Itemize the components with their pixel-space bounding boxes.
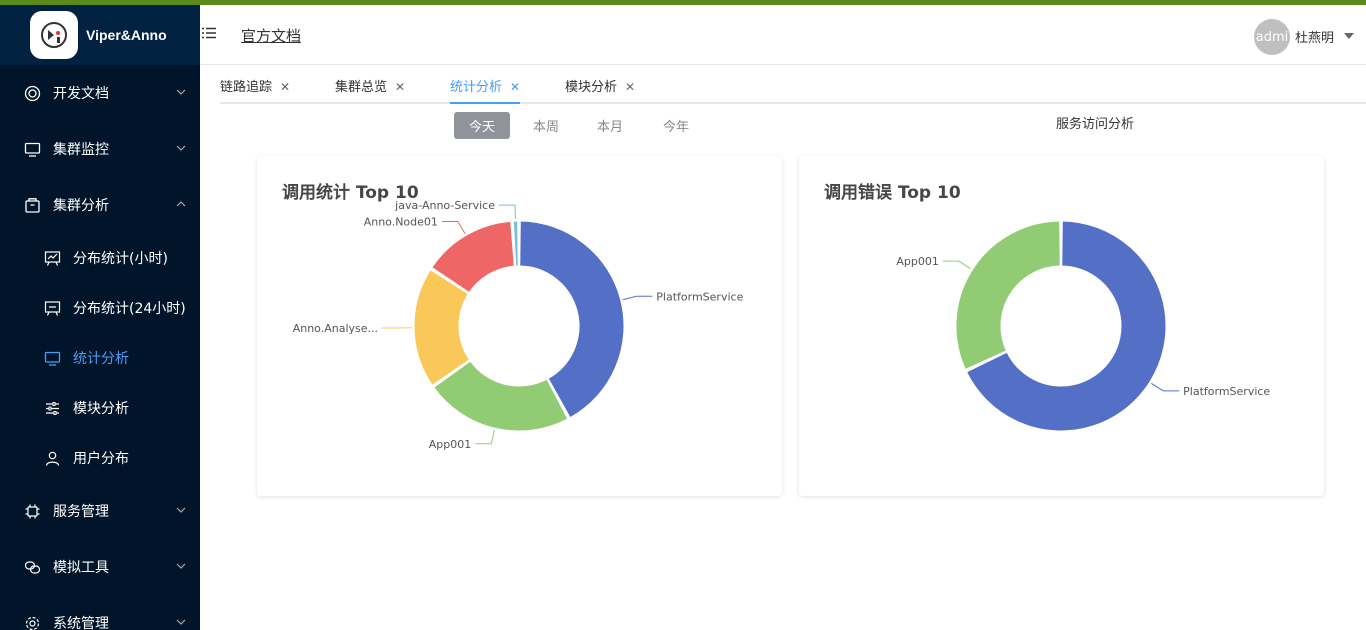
chart-board-icon [44,300,61,317]
period-month-button[interactable]: 本月 [582,112,638,139]
chip-icon [24,503,41,520]
sidebar-item-sim-tools[interactable]: 模拟工具 [0,539,200,595]
sidebar-item-cluster-analysis[interactable]: 集群分析 [0,177,200,233]
service-access-title: 服务访问分析 [1056,117,1135,132]
sidebar-subitem-label: 模块分析 [73,401,129,417]
sidebar-subitem-label: 分布统计(24小时) [73,301,186,317]
sidebar-subitem-label: 统计分析 [73,351,129,367]
chevron-up-icon [176,201,186,207]
sidebar-item-cluster-monitor[interactable]: 集群监控 [0,121,200,177]
sidebar-item-label: 开发文档 [53,86,109,102]
label-leader-line [1151,382,1180,392]
logo-icon [30,11,78,59]
tab-stats-analysis[interactable]: 统计分析 ✕ [450,76,521,104]
chevron-down-icon [176,563,186,569]
tab-label: 模块分析 [565,80,618,95]
sidebar-subitem-dist-24h[interactable]: 分布统计(24小时) [0,283,200,333]
tab-module-analysis[interactable]: 模块分析 ✕ [565,76,635,104]
sidebar: Viper&Anno 开发文档 集群监控 集群分析 分布统计(小时) 分布统计(… [0,5,200,630]
close-icon[interactable]: ✕ [625,80,635,94]
tab-cluster-overview[interactable]: 集群总览 ✕ [335,76,405,104]
tab-bar: 链路追踪 ✕ 集群总览 ✕ 统计分析 ✕ 模块分析 ✕ [220,66,1366,104]
sliders-icon [44,400,61,417]
pie-slice[interactable] [433,360,569,432]
close-icon[interactable]: ✕ [280,80,290,94]
sidebar-item-label: 系统管理 [53,616,109,630]
label-leader-line [498,204,516,220]
slice-label: App001 [429,438,472,451]
tab-label: 链路追踪 [220,80,273,95]
caret-down-icon[interactable] [1344,33,1354,39]
chevron-down-icon [176,89,186,95]
username[interactable]: 杜燕明 [1295,27,1334,46]
slice-label: PlatformService [1183,385,1270,398]
sidebar-item-label: 集群监控 [53,142,109,158]
tab-label: 统计分析 [450,80,503,95]
call-errors-card: 调用错误 Top 10 PlatformService App001 [799,156,1324,496]
sidebar-subitem-stats-analysis[interactable]: 统计分析 [0,333,200,383]
label-leader-line [942,260,971,270]
sidebar-item-label: 模拟工具 [53,560,109,576]
label-leader-line [441,221,466,234]
sidebar-item-label: 集群分析 [53,198,109,214]
sidebar-subitem-module-analysis[interactable]: 模块分析 [0,383,200,433]
slice-label: App001 [896,255,939,268]
period-year-button[interactable]: 今年 [648,112,704,139]
period-week-button[interactable]: 本周 [518,112,574,139]
call-errors-donut-chart: PlatformService App001 [896,220,1270,432]
slice-label: Anno.Node01 [364,216,438,229]
chart-board-icon [44,250,61,267]
avatar[interactable]: admi [1254,19,1290,55]
close-icon[interactable]: ✕ [510,80,520,94]
tab-label: 集群总览 [335,80,388,95]
link-icon [24,559,41,576]
sidebar-item-service-mgmt[interactable]: 服务管理 [0,483,200,539]
close-icon[interactable]: ✕ [395,80,405,94]
sidebar-item-dev-docs[interactable]: 开发文档 [0,65,200,121]
sidebar-item-label: 服务管理 [53,504,109,520]
user-icon [44,450,61,467]
gear-icon [24,615,41,630]
chevron-down-icon [176,507,186,513]
logo[interactable]: Viper&Anno [0,5,200,65]
label-leader-line [622,295,653,301]
sidebar-subitem-dist-hour[interactable]: 分布统计(小时) [0,233,200,283]
monitor-icon [24,141,41,158]
tab-trace[interactable]: 链路追踪 ✕ [220,76,290,104]
label-leader-line [475,430,495,445]
monitor-icon [44,350,61,367]
sidebar-subitem-user-dist[interactable]: 用户分布 [0,433,200,483]
sidebar-item-system-mgmt[interactable]: 系统管理 [0,595,200,630]
sidebar-subitem-label: 分布统计(小时) [73,251,168,267]
chevron-down-icon [176,145,186,151]
period-today-button[interactable]: 今天 [454,112,510,139]
menu-fold-icon[interactable] [202,27,216,39]
slice-label: Anno.Analyse... [293,322,378,335]
target-icon [24,85,41,102]
official-docs-link[interactable]: 官方文档 [241,25,301,46]
app-name: Viper&Anno [86,27,167,43]
slice-label: java-Anno-Service [394,199,495,212]
slice-label: PlatformService [656,290,743,303]
sidebar-subitem-label: 用户分布 [73,451,129,467]
chevron-down-icon [176,619,186,625]
call-stats-card: 调用统计 Top 10 PlatformService App001 Anno.An… [257,156,782,496]
call-stats-donut-chart: PlatformService App001 Anno.Analyse... Anno… [293,199,744,451]
header: 官方文档 admi 杜燕明 [200,5,1366,65]
pie-slice[interactable] [955,220,1061,371]
box-icon [24,197,41,214]
